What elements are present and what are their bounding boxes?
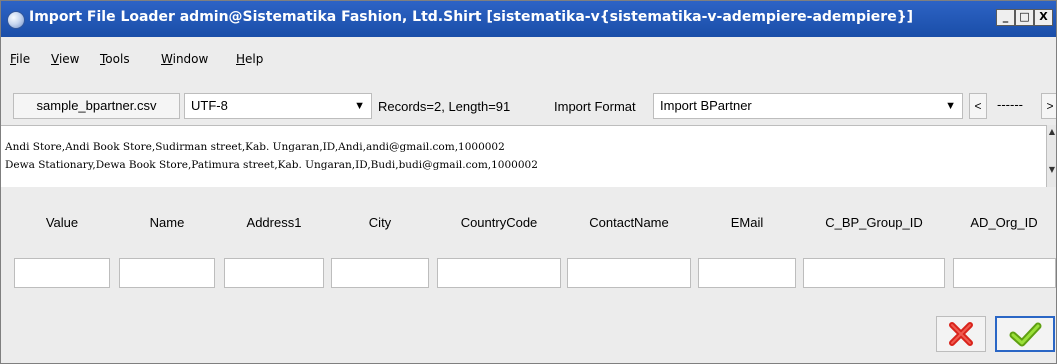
scroll-down-icon[interactable]: ▼ <box>1047 165 1056 175</box>
previous-record-button[interactable]: < <box>969 93 987 119</box>
green-check-icon <box>1009 322 1042 347</box>
menu-file-label: ile <box>16 52 31 66</box>
scroll-up-icon[interactable]: ▲ <box>1047 127 1056 137</box>
name-field[interactable] <box>119 258 215 288</box>
import-format-label: Import Format <box>554 99 636 114</box>
import-file-loader-window: Import File Loader admin@Sistematika Fas… <box>0 0 1057 364</box>
app-globe-icon <box>7 11 25 29</box>
menu-window-mnemonic: W <box>161 52 173 66</box>
ok-button[interactable] <box>995 316 1055 352</box>
menu-help-label: elp <box>245 52 264 66</box>
column-header-bp-group: C_BP_Group_ID <box>825 215 923 230</box>
address1-field[interactable] <box>224 258 324 288</box>
menu-view-mnemonic: V <box>51 52 59 66</box>
column-header-value: Value <box>45 215 79 230</box>
preview-line: Andi Store,Andi Book Store,Sudirman stre… <box>5 141 505 153</box>
column-header-countrycode: CountryCode <box>460 215 538 230</box>
field-mapping-panel: Value Name Address1 City CountryCode Con… <box>1 187 1056 306</box>
dialog-footer <box>1 305 1056 363</box>
menu-help[interactable]: Help <box>236 52 263 66</box>
city-field[interactable] <box>331 258 429 288</box>
menu-tools-label: ools <box>105 52 130 66</box>
menu-file[interactable]: File <box>10 52 30 66</box>
import-format-value: Import BPartner <box>660 98 752 113</box>
value-field[interactable] <box>14 258 110 288</box>
toolbar: sample_bpartner.csv UTF-8 ▼ Records=2, L… <box>1 85 1056 125</box>
red-x-icon <box>949 322 973 346</box>
charset-value: UTF-8 <box>191 98 228 113</box>
window-title: Import File Loader admin@Sistematika Fas… <box>29 9 914 25</box>
bp-group-field[interactable] <box>803 258 945 288</box>
org-field[interactable] <box>953 258 1056 288</box>
menu-help-mnemonic: H <box>236 52 246 66</box>
preview-scrollbar[interactable]: ▲ ▼ <box>1046 125 1056 187</box>
chevron-down-icon: ▼ <box>354 100 365 112</box>
column-header-name: Name <box>149 215 185 230</box>
file-preview-text[interactable]: Andi Store,Andi Book Store,Sudirman stre… <box>1 125 1046 189</box>
column-header-city: City <box>368 215 392 230</box>
menu-view[interactable]: View <box>51 52 79 66</box>
countrycode-field[interactable] <box>437 258 561 288</box>
preview-line: Dewa Stationary,Dewa Book Store,Patimura… <box>5 159 538 171</box>
select-file-button[interactable]: sample_bpartner.csv <box>13 93 180 119</box>
menu-tools[interactable]: Tools <box>100 52 130 66</box>
record-indicator: ------ <box>997 97 1023 112</box>
email-field[interactable] <box>698 258 796 288</box>
menu-bar: File View Tools Window Help <box>1 37 1056 86</box>
contactname-field[interactable] <box>567 258 691 288</box>
chevron-down-icon: ▼ <box>945 100 956 112</box>
minimize-button[interactable]: _ <box>996 9 1015 26</box>
charset-select[interactable]: UTF-8 ▼ <box>184 93 372 119</box>
title-bar[interactable]: Import File Loader admin@Sistematika Fas… <box>1 1 1056 37</box>
column-header-org: AD_Org_ID <box>970 215 1038 230</box>
close-button[interactable]: X <box>1034 9 1053 26</box>
column-header-contactname: ContactName <box>589 215 669 230</box>
cancel-button[interactable] <box>936 316 986 352</box>
column-header-address1: Address1 <box>246 215 302 230</box>
records-info: Records=2, Length=91 <box>378 99 511 114</box>
next-record-button[interactable]: > <box>1041 93 1056 119</box>
maximize-button[interactable]: □ <box>1015 9 1034 26</box>
column-header-email: EMail <box>730 215 764 230</box>
menu-window-label: indow <box>172 52 209 66</box>
import-format-select[interactable]: Import BPartner ▼ <box>653 93 963 119</box>
menu-window[interactable]: Window <box>161 52 208 66</box>
menu-view-label: iew <box>58 52 80 66</box>
